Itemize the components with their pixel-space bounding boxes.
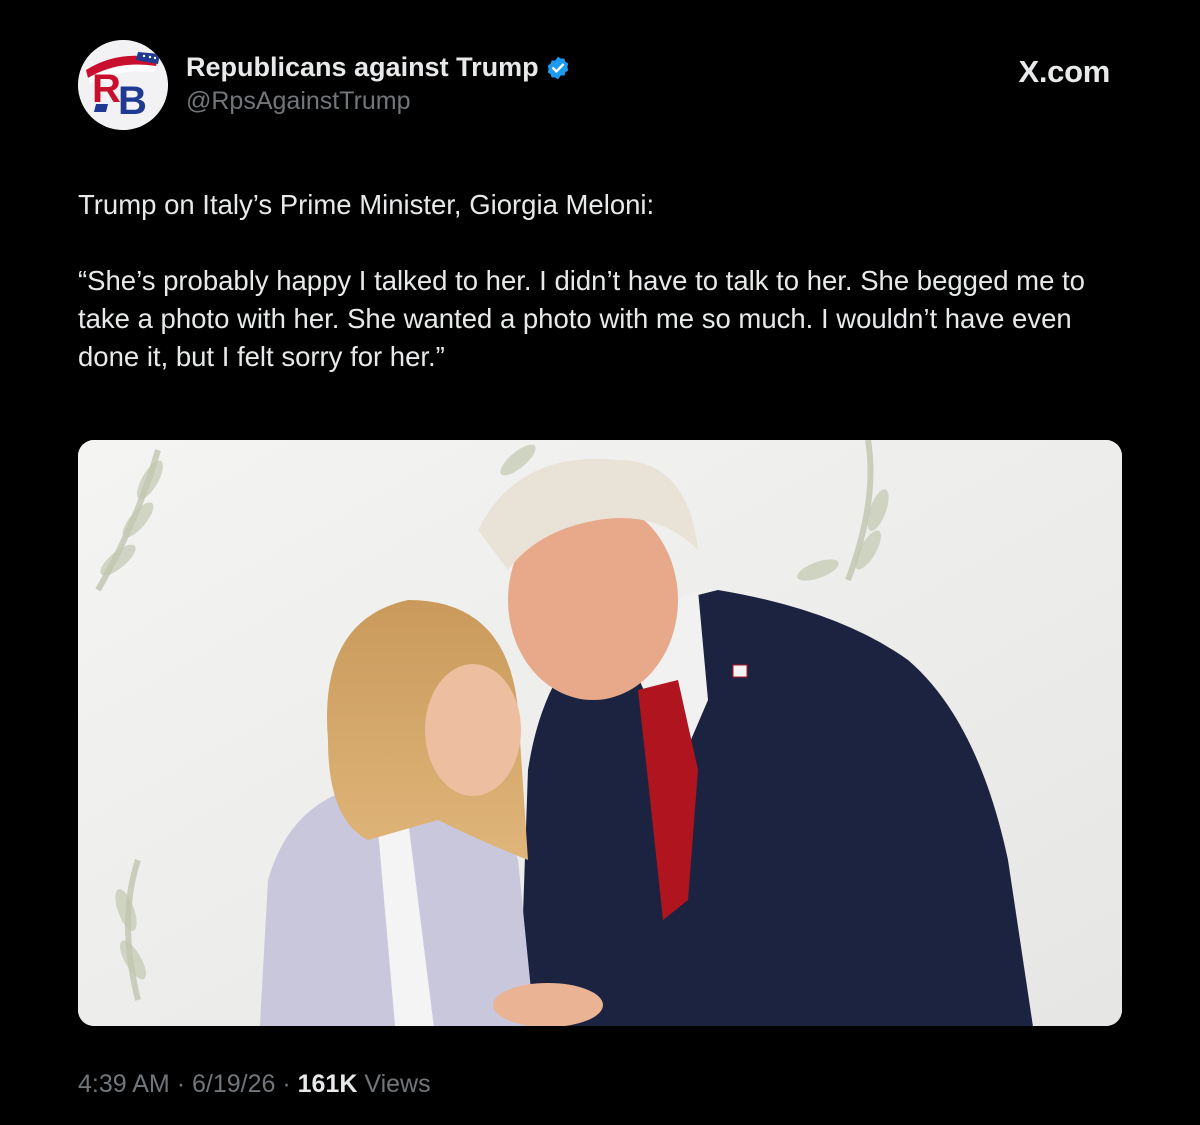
views-label: Views [364,1070,431,1098]
tweet-intro: Trump on Italy’s Prime Minister, Giorgia… [78,189,655,220]
rb-logo-icon: R B [78,40,168,130]
name-block: Republicans against Trump @RpsAgainstTru… [186,52,571,116]
verified-badge-icon [547,56,568,79]
display-name-row[interactable]: Republicans against Trump [186,52,571,83]
brand-logo: X.com [1018,54,1110,89]
photo-handshake-image [78,440,1122,1026]
tweet-header: R B Republicans against Trump @RpsAgains… [78,40,1128,132]
meta-separator-1: · [176,1070,186,1098]
handle[interactable]: @RpsAgainstTrump [186,87,571,116]
tweet-media[interactable] [78,440,1122,1026]
display-name[interactable]: Republicans against Trump [186,52,539,83]
tweet-quote: “She’s probably happy I talked to her. I… [78,265,1085,372]
tweet-meta: 4:39 AM · 6/19/26 · 161K Views [78,1070,431,1099]
tweet-date[interactable]: 6/19/26 [192,1070,275,1098]
avatar[interactable]: R B [78,40,168,130]
svg-text:B: B [118,79,147,123]
tweet-text: Trump on Italy’s Prime Minister, Giorgia… [78,186,1088,376]
views-count[interactable]: 161K [298,1070,358,1098]
meta-separator-2: · [282,1070,291,1098]
tweet-time[interactable]: 4:39 AM [78,1070,170,1098]
